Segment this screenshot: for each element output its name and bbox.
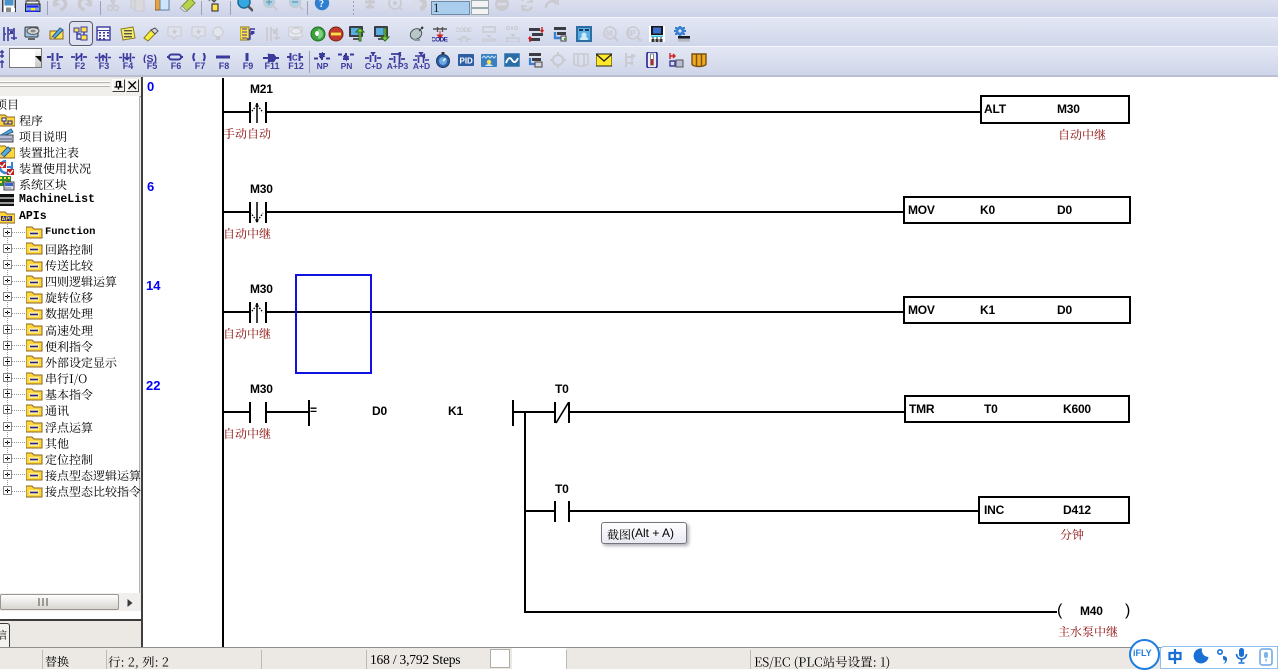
svg-text:?: ?: [319, 0, 324, 10]
svg-text:IP: IP: [628, 29, 636, 38]
svg-text:PID: PID: [460, 57, 474, 66]
svg-text:CODE: CODE: [432, 37, 448, 43]
svg-text:API: API: [2, 216, 12, 222]
svg-text:M: M: [606, 29, 613, 38]
svg-text:CODE: CODE: [456, 27, 472, 34]
